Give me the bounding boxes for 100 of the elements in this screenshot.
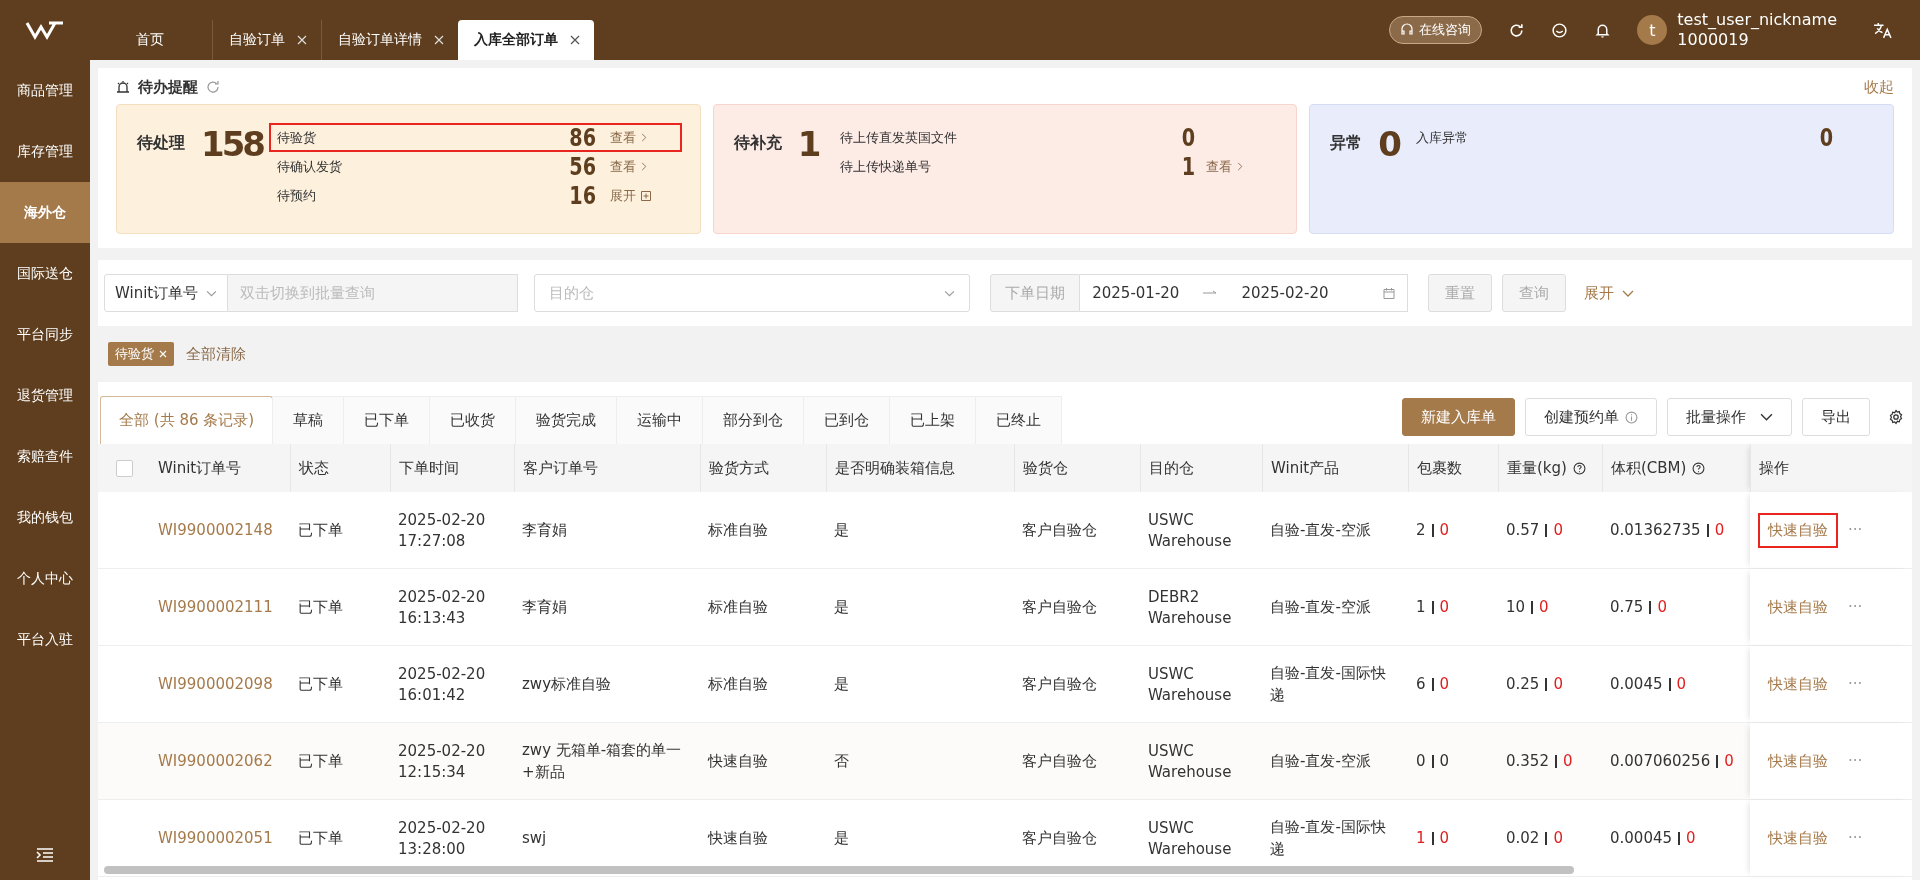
status-tab[interactable]: 已终止: [975, 396, 1063, 444]
todo-action-link[interactable]: 查看: [609, 157, 647, 176]
expand-link[interactable]: 展开: [1584, 283, 1635, 303]
page-tab[interactable]: 首页: [122, 20, 212, 60]
todo-item-count: 16: [569, 181, 597, 210]
sidebar-item[interactable]: 平台同步: [0, 304, 90, 365]
table-cell: 0: [1439, 675, 1450, 693]
todo-title: 待办提醒: [138, 77, 198, 97]
table-cell: Warehouse: [1148, 608, 1232, 627]
todo-action-link[interactable]: 查看: [1206, 157, 1244, 176]
card-label: 异常: [1330, 133, 1364, 154]
table-cell: 13:28:00: [398, 839, 466, 858]
quick-inspect-link[interactable]: 快速自验: [1758, 512, 1838, 548]
card-label: 待补充: [733, 133, 783, 154]
avatar[interactable]: t: [1637, 15, 1668, 45]
status-tab[interactable]: 草稿: [272, 396, 345, 444]
todo-action-link[interactable]: 查看: [609, 128, 647, 147]
table-cell: 0: [1714, 521, 1725, 539]
smiley-icon[interactable]: [1551, 21, 1569, 39]
table-cell: 0.00045: [1610, 829, 1673, 847]
bell-icon[interactable]: [1594, 21, 1612, 39]
status-tab[interactable]: 全部 (共 86 条记录): [100, 396, 274, 444]
new-order-button[interactable]: 新建入库单: [1402, 398, 1515, 436]
card-total: 1: [797, 123, 820, 165]
sidebar-item[interactable]: 退货管理: [0, 365, 90, 426]
filter-tag[interactable]: 待验货: [108, 342, 174, 366]
order-link[interactable]: WI9900002062: [158, 752, 273, 770]
online-consult-button[interactable]: 在线咨询: [1389, 16, 1483, 44]
action-button[interactable]: 导出: [1802, 398, 1870, 436]
order-link[interactable]: WI9900002098: [158, 675, 273, 693]
sidebar-item[interactable]: 库存管理: [0, 121, 90, 182]
status-tab[interactable]: 部分到仓: [702, 396, 805, 444]
action-button[interactable]: 创建预约单: [1525, 398, 1657, 436]
status-tab[interactable]: 已收货: [429, 396, 517, 444]
column-header: 验货方式: [709, 458, 769, 478]
sidebar-item[interactable]: 国际送仓: [0, 243, 90, 304]
todo-item-label: 待上传直发英国文件: [839, 128, 958, 147]
more-menu[interactable]: ···: [1848, 521, 1863, 539]
settings-icon[interactable]: [1888, 409, 1904, 425]
date-range-field[interactable]: 2025-01-20 2025-02-20: [1080, 274, 1409, 312]
todo-item-label: 入库异常: [1416, 128, 1470, 147]
status-tab[interactable]: 已下单: [343, 396, 431, 444]
table-cell: Warehouse: [1148, 685, 1232, 704]
collapse-menu-icon[interactable]: [36, 848, 54, 862]
sidebar-item[interactable]: 海外仓: [0, 182, 90, 243]
table-cell-text: 自验-直发-空派: [1270, 520, 1371, 541]
collapse-link[interactable]: 收起: [1864, 77, 1894, 97]
table-cell: 0: [1439, 598, 1450, 616]
select-all-checkbox[interactable]: [115, 459, 133, 477]
user-id: 1000019: [1677, 30, 1750, 50]
table-cell: 0.0045: [1610, 675, 1663, 693]
calendar-icon: [1383, 287, 1396, 299]
sidebar-item[interactable]: 个人中心: [0, 548, 90, 609]
translate-icon[interactable]: [1873, 21, 1892, 39]
clear-all-link[interactable]: 全部清除: [186, 344, 246, 364]
table-cell: 2025-02-20: [398, 587, 486, 606]
horizontal-scrollbar[interactable]: [104, 866, 1574, 874]
table-cell: 0.007060256: [1610, 752, 1711, 770]
table-cell: 0: [1439, 752, 1450, 770]
order-link[interactable]: WI9900002111: [158, 598, 273, 616]
table-cell: 0: [1553, 829, 1563, 847]
page-tab[interactable]: 入库全部订单: [458, 20, 594, 60]
page-tab[interactable]: 自验订单: [212, 20, 321, 60]
quick-inspect-link[interactable]: 快速自验: [1758, 820, 1838, 856]
quick-inspect-link[interactable]: 快速自验: [1758, 743, 1838, 779]
column-header: 重量(kg): [1507, 458, 1567, 478]
todo-item-count: 0: [1181, 123, 1195, 152]
order-link[interactable]: WI9900002051: [158, 829, 273, 847]
table-cell: 0: [1539, 598, 1549, 616]
table-cell: 1: [1416, 829, 1426, 847]
quick-inspect-link[interactable]: 快速自验: [1758, 666, 1838, 702]
order-link[interactable]: WI9900002148: [158, 521, 273, 539]
field-select[interactable]: Winit订单号: [104, 274, 229, 312]
user-name: test_user_nickname: [1677, 10, 1837, 30]
status-tab[interactable]: 已上架: [889, 396, 977, 444]
todo-action-link[interactable]: 展开: [609, 186, 651, 205]
sidebar-item[interactable]: 我的钱包: [0, 487, 90, 548]
table-cell: 已下单: [298, 597, 343, 617]
table-cell: 0.352: [1506, 752, 1549, 770]
table-cell: 标准自验: [708, 674, 768, 694]
status-tab[interactable]: 运输中: [616, 396, 704, 444]
quick-inspect-link[interactable]: 快速自验: [1758, 589, 1838, 625]
table-cell: 0.02: [1506, 829, 1540, 847]
table-cell: 已下单: [298, 828, 343, 848]
table-cell: 0: [1676, 675, 1687, 693]
chevron-right-icon: [1237, 162, 1244, 171]
more-menu[interactable]: ···: [1848, 598, 1863, 616]
status-tab[interactable]: 已到仓: [803, 396, 891, 444]
close-icon[interactable]: [570, 35, 580, 45]
sidebar-item[interactable]: 索赔查件: [0, 426, 90, 487]
sidebar-item[interactable]: 商品管理: [0, 60, 90, 121]
refresh-icon[interactable]: [1508, 21, 1526, 39]
more-menu[interactable]: ···: [1848, 675, 1863, 693]
table-cell-text: 自验-直发-空派: [1270, 751, 1371, 772]
more-menu[interactable]: ···: [1848, 829, 1863, 847]
sidebar-item[interactable]: 平台入驻: [0, 609, 90, 670]
batch-dropdown-button[interactable]: 批量操作: [1667, 398, 1792, 436]
more-menu[interactable]: ···: [1848, 752, 1863, 770]
status-tab[interactable]: 验货完成: [515, 396, 618, 444]
help-icon: [1572, 461, 1586, 475]
